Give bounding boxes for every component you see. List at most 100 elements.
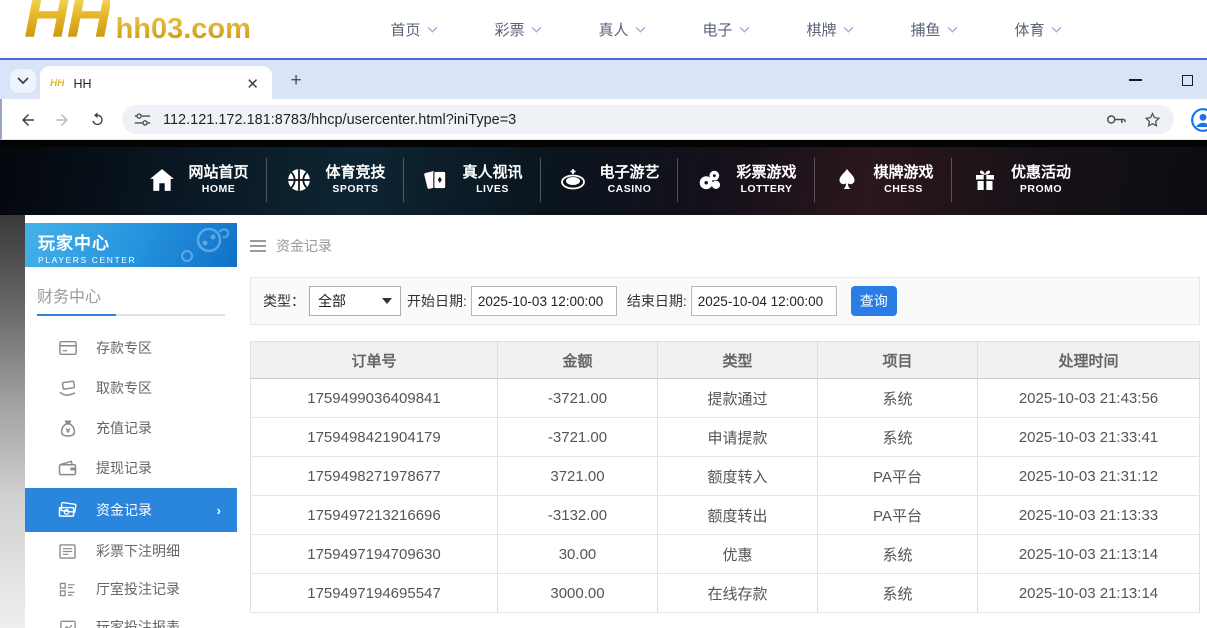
gift-icon xyxy=(970,165,1000,195)
cell-type: 额度转出 xyxy=(658,496,818,535)
cell-type: 优惠 xyxy=(658,535,818,574)
top-nav-live[interactable]: 真人 xyxy=(570,19,674,40)
tab-search-button[interactable] xyxy=(10,69,36,93)
sidebar-item-fund-records[interactable]: 资金记录 › xyxy=(25,488,237,532)
back-button[interactable] xyxy=(14,106,41,133)
chevron-down-icon xyxy=(843,26,854,33)
cell-time: 2025-10-03 21:13:33 xyxy=(978,496,1200,535)
sidebar-item-lottery-bet-details[interactable]: 彩票下注明细 xyxy=(25,532,237,570)
chevron-down-icon xyxy=(531,26,542,33)
site-header: HH hh03.com 首页 彩票 真人 电子 棋牌 xyxy=(0,0,1207,58)
cell-project: 系统 xyxy=(818,418,978,457)
url-text: 112.121.172.181:8783/hhcp/usercenter.htm… xyxy=(163,112,1106,128)
game-nav-casino[interactable]: 电子游艺 CASINO xyxy=(541,158,678,202)
end-date-input[interactable] xyxy=(691,286,837,316)
game-nav-lottery[interactable]: 彩票游戏 LOTTERY xyxy=(678,158,815,202)
home-icon xyxy=(147,165,177,195)
game-nav-sports[interactable]: 体育竞技 SPORTS xyxy=(267,158,404,202)
site-logo[interactable]: HH hh03.com xyxy=(24,0,251,48)
site-settings-icon xyxy=(134,112,151,127)
sidebar-item-recharge-records[interactable]: 充值记录 xyxy=(25,408,237,448)
chevron-down-icon xyxy=(947,26,958,33)
cell-order-id: 1759498421904179 xyxy=(251,418,498,457)
cell-order-id: 1759497213216696 xyxy=(251,496,498,535)
game-nav-home[interactable]: 网站首页 HOME xyxy=(130,158,267,202)
cell-amount: 3000.00 xyxy=(498,574,658,613)
menu-toggle-icon[interactable] xyxy=(250,240,266,252)
table-row: 1759498271978677 3721.00 额度转入 PA平台 2025-… xyxy=(251,457,1200,496)
sidebar-item-deposit-zone[interactable]: 存款专区 xyxy=(25,328,237,368)
top-nav-sports[interactable]: 体育 xyxy=(986,19,1090,40)
game-nav-live[interactable]: 真人视讯 LIVES xyxy=(404,158,541,202)
new-tab-button[interactable]: + xyxy=(284,69,308,93)
top-nav-fishing[interactable]: 捕鱼 xyxy=(882,19,986,40)
cell-order-id: 1759497194695547 xyxy=(251,574,498,613)
list-document-icon xyxy=(58,542,77,561)
game-nav-chess[interactable]: 棋牌游戏 CHESS xyxy=(815,158,952,202)
browser-address-bar: 112.121.172.181:8783/hhcp/usercenter.htm… xyxy=(0,99,1207,140)
chevron-down-icon xyxy=(739,26,750,33)
players-center-sidebar: 玩家中心 PLAYERS CENTER 财务中心 存款专区 xyxy=(25,223,237,628)
logo-domain-text: hh03.com xyxy=(116,13,251,46)
forward-arrow-icon xyxy=(53,111,71,129)
tab-close-icon[interactable]: ✕ xyxy=(243,75,262,93)
window-maximize-button[interactable] xyxy=(1172,66,1202,94)
cell-project: 系统 xyxy=(818,535,978,574)
cell-project: 系统 xyxy=(818,574,978,613)
reload-button[interactable] xyxy=(84,106,111,133)
reload-icon xyxy=(89,111,106,128)
cell-amount: -3132.00 xyxy=(498,496,658,535)
chevron-down-icon xyxy=(635,26,646,33)
cell-time: 2025-10-03 21:43:56 xyxy=(978,379,1200,418)
browser-tab[interactable]: HH HH ✕ xyxy=(40,66,272,101)
col-time: 处理时间 xyxy=(978,342,1200,379)
sidebar-item-player-bet-report[interactable]: 玩家投注报表 xyxy=(25,608,237,628)
col-order-id: 订单号 xyxy=(251,342,498,379)
start-date-input[interactable] xyxy=(471,286,617,316)
spade-icon xyxy=(832,165,862,195)
page-body: 玩家中心 PLAYERS CENTER 财务中心 存款专区 xyxy=(0,215,1207,628)
money-bag-icon xyxy=(58,419,77,438)
sidebar-item-withdrawal-records[interactable]: 提现记录 xyxy=(25,448,237,488)
type-select[interactable]: 全部 xyxy=(309,286,401,316)
cell-type: 在线存款 xyxy=(658,574,818,613)
col-project: 项目 xyxy=(818,342,978,379)
end-date-label: 结束日期: xyxy=(627,291,687,311)
table-row: 1759498421904179 -3721.00 申请提款 系统 2025-1… xyxy=(251,418,1200,457)
chevron-right-icon: › xyxy=(217,503,221,518)
playing-cards-icon xyxy=(421,165,451,195)
window-minimize-button[interactable] xyxy=(1120,66,1150,94)
top-nav-home[interactable]: 首页 xyxy=(362,19,466,40)
top-nav-lottery[interactable]: 彩票 xyxy=(466,19,570,40)
wallet-icon xyxy=(58,459,77,478)
table-row: 1759497213216696 -3132.00 额度转出 PA平台 2025… xyxy=(251,496,1200,535)
sidebar-item-withdraw-zone[interactable]: 取款专区 xyxy=(25,368,237,408)
select-caret-icon xyxy=(382,298,392,304)
cell-amount: 30.00 xyxy=(498,535,658,574)
cell-time: 2025-10-03 21:13:14 xyxy=(978,535,1200,574)
game-nav-promo[interactable]: 优惠活动 PROMO xyxy=(952,158,1089,202)
profile-avatar-icon[interactable] xyxy=(1190,107,1207,133)
screen: HH hh03.com 首页 彩票 真人 电子 棋牌 xyxy=(0,0,1207,628)
chevron-down-icon xyxy=(17,77,29,85)
roulette-icon xyxy=(558,165,588,195)
table-row: 1759497194695547 3000.00 在线存款 系统 2025-10… xyxy=(251,574,1200,613)
top-nav-slots[interactable]: 电子 xyxy=(674,19,778,40)
top-nav-chess[interactable]: 棋牌 xyxy=(778,19,882,40)
browser-tab-strip: HH HH ✕ + xyxy=(0,58,1207,99)
top-nav: 首页 彩票 真人 电子 棋牌 捕鱼 xyxy=(362,0,1090,58)
forward-button[interactable] xyxy=(48,106,75,133)
deposit-card-icon xyxy=(58,339,77,358)
bookmark-star-icon[interactable] xyxy=(1143,111,1162,129)
query-button[interactable]: 查询 xyxy=(851,286,897,316)
url-omnibox[interactable]: 112.121.172.181:8783/hhcp/usercenter.htm… xyxy=(122,105,1174,134)
type-label: 类型： xyxy=(263,291,305,311)
password-key-icon[interactable] xyxy=(1106,113,1127,126)
sidebar-section: 财务中心 xyxy=(25,267,237,316)
cell-amount: -3721.00 xyxy=(498,418,658,457)
sidebar-item-room-bet-records[interactable]: 厅室投注记录 xyxy=(25,570,237,608)
sidebar-header: 玩家中心 PLAYERS CENTER xyxy=(25,223,237,267)
cell-time: 2025-10-03 21:13:14 xyxy=(978,574,1200,613)
gamepad-icon xyxy=(169,226,231,264)
cell-amount: -3721.00 xyxy=(498,379,658,418)
